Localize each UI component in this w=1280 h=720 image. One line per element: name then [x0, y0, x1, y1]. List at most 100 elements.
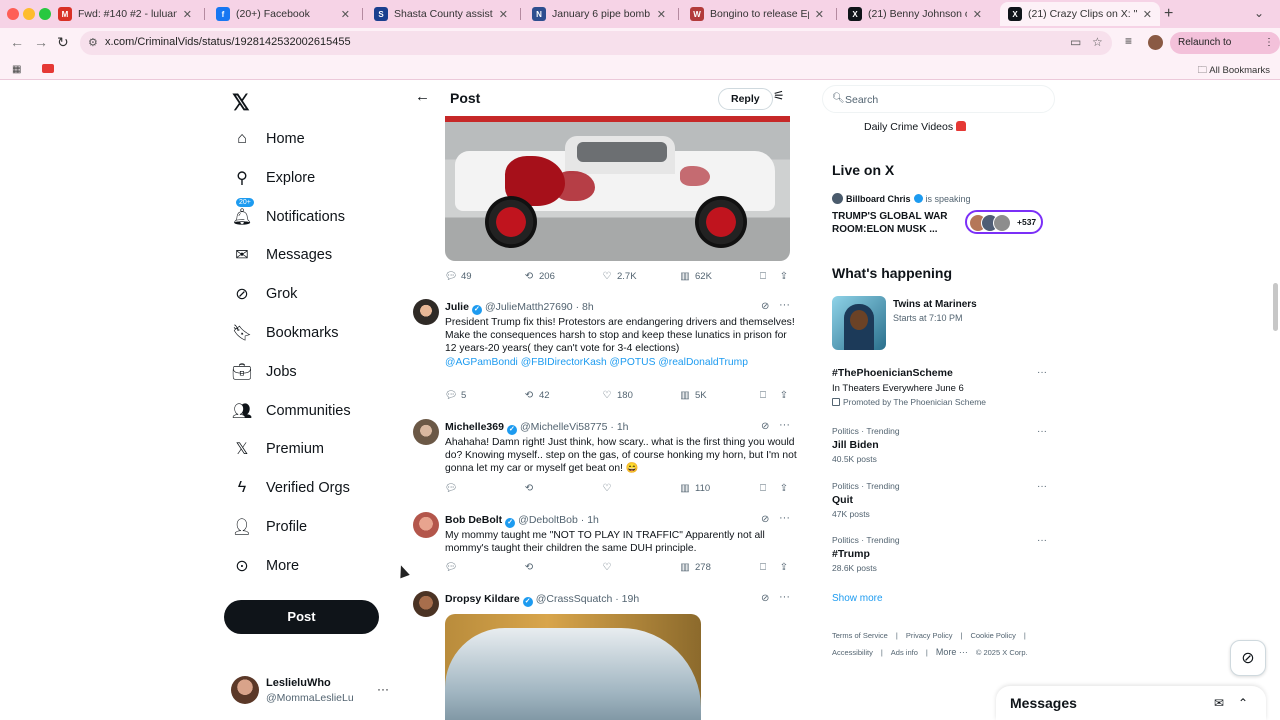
avatar[interactable]: [413, 299, 439, 325]
share-action[interactable]: ⇪: [778, 482, 794, 494]
new-message-icon[interactable]: ✉: [1214, 696, 1224, 710]
reply-author[interactable]: Julie ✓ @JulieMatth27690 · 8h: [445, 301, 594, 315]
back-arrow-icon[interactable]: ←: [415, 88, 430, 105]
show-more-link[interactable]: Show more: [832, 593, 883, 604]
nav-item-verified-orgs[interactable]: ϟ Verified Orgs: [232, 475, 350, 501]
reload-button[interactable]: ↻: [57, 34, 69, 51]
share-action[interactable]: ⇪: [778, 561, 794, 573]
nav-item-messages[interactable]: ✉ Messages: [232, 242, 332, 268]
repost-action[interactable]: ⟲ 206: [523, 270, 555, 282]
like-action[interactable]: ♡ 180: [601, 389, 633, 401]
repost-action[interactable]: ⟲: [523, 482, 539, 494]
reply-media-image[interactable]: [445, 614, 701, 720]
more-options-icon[interactable]: ···: [779, 299, 790, 311]
close-tab-icon[interactable]: ✕: [183, 8, 192, 21]
nav-item-bookmarks[interactable]: 🔖︎ Bookmarks: [232, 320, 339, 346]
avatar[interactable]: [413, 512, 439, 538]
live-host[interactable]: Billboard Chris is speaking: [832, 193, 971, 204]
new-tab-button[interactable]: +: [1164, 5, 1173, 23]
close-tab-icon[interactable]: ✕: [499, 8, 508, 21]
apps-grid-icon[interactable]: ▦: [12, 64, 21, 75]
accessibility-link[interactable]: Accessibility: [832, 648, 873, 657]
footer-more-link[interactable]: More ···: [936, 647, 968, 657]
reply-author[interactable]: Bob DeBolt ✓ @DeboltBob · 1h: [445, 514, 599, 528]
post-button[interactable]: Post: [224, 600, 379, 634]
nav-item-profile[interactable]: 👤︎ Profile: [232, 514, 307, 540]
views-action[interactable]: ▥ 278: [679, 561, 711, 573]
cookie-link[interactable]: Cookie Policy: [970, 631, 1015, 640]
account-switcher[interactable]: LeslieluWho @MommaLeslieLu ···: [231, 676, 396, 706]
nav-item-explore[interactable]: ⚲ Explore: [232, 165, 315, 191]
reply-author[interactable]: Michelle369 ✓ @MichelleVi58775 · 1h: [445, 421, 629, 435]
trend-item[interactable]: Politics · Trending Quit 47K posts ···: [832, 481, 1047, 519]
page-scrollbar[interactable]: [1273, 283, 1278, 331]
close-window-button[interactable]: [7, 8, 19, 20]
reply-button[interactable]: Reply: [718, 88, 773, 110]
reply-mentions[interactable]: @AGPamBondi @FBIDirectorKash @POTUS @rea…: [445, 356, 797, 369]
x-logo-icon[interactable]: 𝕏: [232, 90, 250, 116]
messages-drawer[interactable]: Messages ✉ ⌃: [996, 686, 1266, 720]
views-action[interactable]: ▥ 110: [679, 482, 710, 494]
like-action[interactable]: ♡: [601, 482, 617, 494]
views-action[interactable]: ▥ 62K: [679, 270, 712, 282]
live-title[interactable]: TRUMP'S GLOBAL WAR ROOM:ELON MUSK ...: [832, 210, 962, 236]
forward-button[interactable]: →: [34, 34, 48, 50]
daily-crime-videos-link[interactable]: Daily Crime Videos: [864, 121, 967, 133]
all-bookmarks-button[interactable]: 🗀 All Bookmarks: [1198, 63, 1270, 79]
nav-item-premium[interactable]: 𝕏 Premium: [232, 436, 324, 462]
reply-author[interactable]: Dropsy Kildare ✓ @CrassSquatch · 19h: [445, 593, 639, 607]
tab-search-chevron-icon[interactable]: ⌄: [1254, 6, 1264, 20]
reply-action[interactable]: 💬︎: [445, 561, 461, 573]
grok-icon[interactable]: ⊘: [761, 593, 769, 604]
nav-item-more[interactable]: ⊙ More: [232, 553, 299, 579]
privacy-link[interactable]: Privacy Policy: [906, 631, 953, 640]
nav-item-grok[interactable]: ⊘ Grok: [232, 281, 297, 307]
trend-item[interactable]: Politics · Trending #Trump 28.6K posts ·…: [832, 535, 1047, 573]
browser-tab[interactable]: W Bongino to release Epstein ja ✕: [682, 2, 832, 26]
more-options-icon[interactable]: ···: [779, 419, 790, 431]
install-app-icon[interactable]: ▭: [1070, 35, 1081, 49]
bookmark-action[interactable]: ⎕: [757, 270, 773, 282]
live-listeners-pill[interactable]: +537: [965, 210, 1043, 234]
site-info-icon[interactable]: ⚙: [88, 36, 98, 49]
reply-item[interactable]: Bob DeBolt ✓ @DeboltBob · 1h ⊘ ··· My momm…: [405, 512, 805, 567]
more-options-icon[interactable]: ···: [1037, 367, 1047, 378]
menu-dots-icon[interactable]: ⋮: [1264, 32, 1274, 54]
trend-item[interactable]: Politics · Trending Jill Biden 40.5K pos…: [832, 426, 1047, 464]
views-action[interactable]: ▥ 5K: [679, 389, 706, 401]
back-button[interactable]: ←: [10, 34, 24, 50]
profile-avatar[interactable]: [1148, 35, 1163, 50]
minimize-window-button[interactable]: [23, 8, 35, 20]
account-more-icon[interactable]: ···: [377, 682, 389, 696]
search-input[interactable]: 🔍︎ Search: [822, 85, 1055, 113]
more-options-icon[interactable]: ···: [779, 591, 790, 603]
more-options-icon[interactable]: ···: [1037, 535, 1047, 546]
reply-action[interactable]: 💬︎ 5: [445, 389, 467, 401]
nav-item-home[interactable]: ⌂ Home: [232, 126, 305, 152]
reply-action[interactable]: 💬︎ 49: [445, 270, 472, 282]
like-action[interactable]: ♡ 2.7K: [601, 270, 637, 282]
event-title[interactable]: Twins at Mariners: [893, 299, 977, 310]
close-tab-icon[interactable]: ✕: [973, 8, 982, 21]
share-action[interactable]: ⇪: [778, 389, 794, 401]
relaunch-button[interactable]: Relaunch to update ⋮: [1170, 32, 1280, 70]
bookmark-action[interactable]: ⎕: [757, 561, 773, 573]
browser-tab[interactable]: f (20+) Facebook ✕: [208, 2, 358, 26]
reply-item[interactable]: Michelle369 ✓ @MichelleVi58775 · 1h ⊘ ··· …: [405, 419, 805, 489]
nav-item-notifications[interactable]: 🔔︎ 20+ Notifications: [232, 196, 345, 230]
repost-action[interactable]: ⟲: [523, 561, 539, 573]
bookmark-action[interactable]: ⎕: [757, 389, 773, 401]
close-tab-icon[interactable]: ✕: [341, 8, 350, 21]
bookmark-star-icon[interactable]: ☆: [1092, 35, 1103, 49]
ads-info-link[interactable]: Ads info: [891, 648, 918, 657]
grok-icon[interactable]: ⊘: [761, 514, 769, 525]
reply-item[interactable]: Dropsy Kildare ✓ @CrassSquatch · 19h ⊘ ···: [405, 591, 805, 720]
grok-icon[interactable]: ⊘: [761, 421, 769, 432]
avatar[interactable]: [413, 591, 439, 617]
close-tab-icon[interactable]: ✕: [815, 8, 824, 21]
reply-settings-icon[interactable]: ⚟: [773, 88, 785, 104]
more-options-icon[interactable]: ···: [1037, 426, 1047, 437]
like-action[interactable]: ♡: [601, 561, 617, 573]
terms-link[interactable]: Terms of Service: [832, 631, 888, 640]
browser-tab[interactable]: M Fwd: #140 #2 - luluand3j@gm ✕: [50, 2, 200, 26]
